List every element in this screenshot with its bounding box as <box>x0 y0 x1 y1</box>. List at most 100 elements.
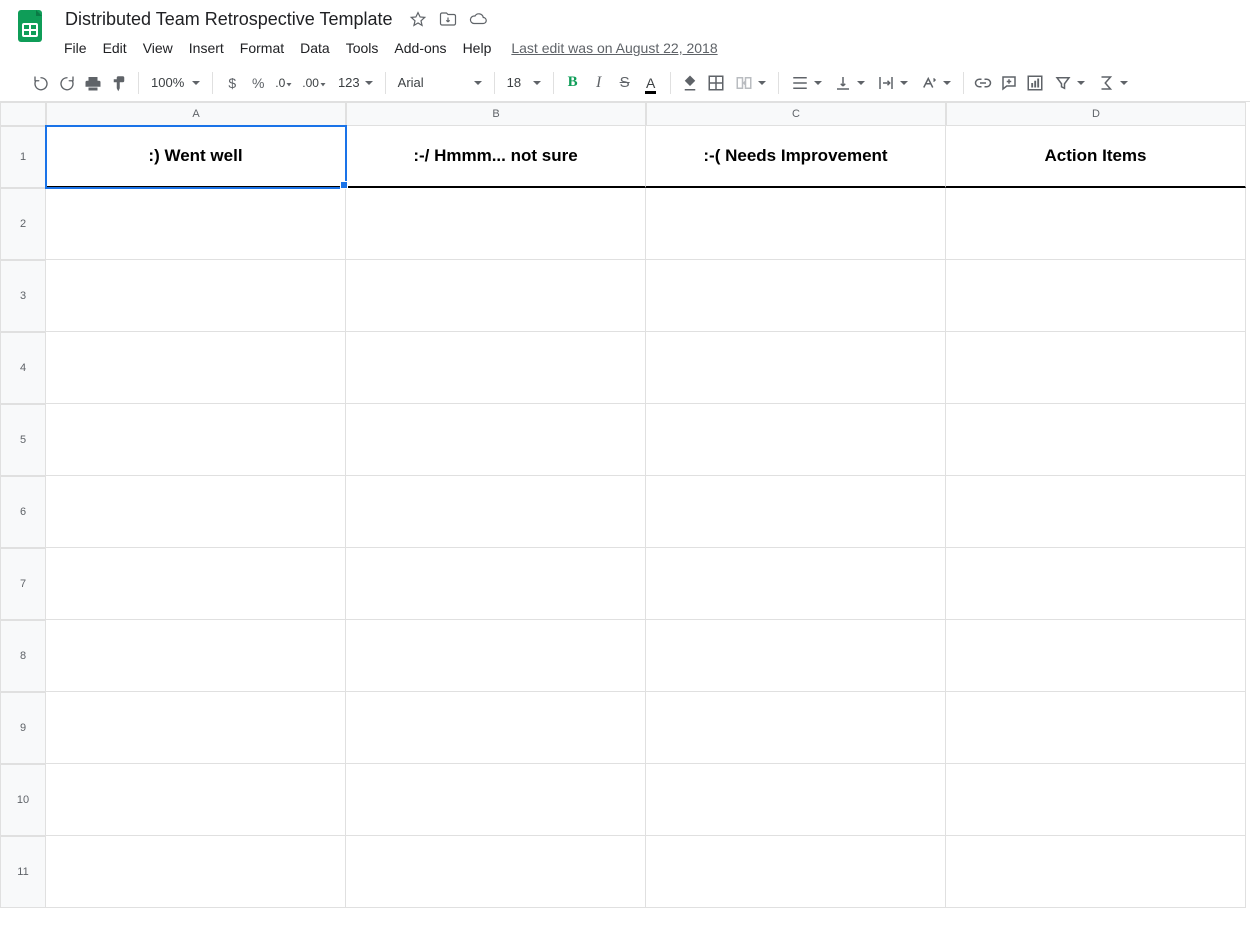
increase-decimal-icon[interactable]: .00 <box>298 70 332 96</box>
cell-D10[interactable] <box>946 764 1246 836</box>
font-size-select[interactable]: 18 <box>501 70 547 96</box>
font-family-select[interactable]: Arial <box>392 71 488 95</box>
row-header-7[interactable]: 7 <box>0 548 46 620</box>
strikethrough-button[interactable]: S <box>612 70 638 96</box>
row-header-11[interactable]: 11 <box>0 836 46 908</box>
cell-D3[interactable] <box>946 260 1246 332</box>
cell-D11[interactable] <box>946 836 1246 908</box>
cell-B1[interactable]: :-/ Hmmm... not sure <box>346 126 646 188</box>
cell-D5[interactable] <box>946 404 1246 476</box>
row-header-1[interactable]: 1 <box>0 126 46 188</box>
cell-C10[interactable] <box>646 764 946 836</box>
cell-B2[interactable] <box>346 188 646 260</box>
horizontal-align-icon[interactable] <box>785 70 828 96</box>
spreadsheet-grid[interactable]: A B C D 1 :) Went well :-/ Hmmm... not s… <box>0 102 1250 908</box>
cell-D9[interactable] <box>946 692 1246 764</box>
cell-A1[interactable]: :) Went well <box>46 126 346 188</box>
cell-A8[interactable] <box>46 620 346 692</box>
functions-icon[interactable] <box>1091 70 1134 96</box>
menu-data[interactable]: Data <box>292 36 338 60</box>
number-format-select[interactable]: 123 <box>332 70 379 96</box>
cell-A4[interactable] <box>46 332 346 404</box>
row-header-5[interactable]: 5 <box>0 404 46 476</box>
row-header-9[interactable]: 9 <box>0 692 46 764</box>
cell-D1[interactable]: Action Items <box>946 126 1246 188</box>
cell-B4[interactable] <box>346 332 646 404</box>
cell-C5[interactable] <box>646 404 946 476</box>
menu-addons[interactable]: Add-ons <box>386 36 454 60</box>
row-header-10[interactable]: 10 <box>0 764 46 836</box>
last-edit-link[interactable]: Last edit was on August 22, 2018 <box>511 40 717 56</box>
cell-A5[interactable] <box>46 404 346 476</box>
menu-help[interactable]: Help <box>455 36 500 60</box>
cell-B5[interactable] <box>346 404 646 476</box>
menu-format[interactable]: Format <box>232 36 292 60</box>
cell-D4[interactable] <box>946 332 1246 404</box>
cell-D8[interactable] <box>946 620 1246 692</box>
cell-C8[interactable] <box>646 620 946 692</box>
cell-A2[interactable] <box>46 188 346 260</box>
menu-insert[interactable]: Insert <box>181 36 232 60</box>
select-all-corner[interactable] <box>0 102 46 126</box>
text-wrap-icon[interactable] <box>871 70 914 96</box>
merge-cells-icon[interactable] <box>729 70 772 96</box>
text-rotation-icon[interactable] <box>914 70 957 96</box>
redo-icon[interactable] <box>54 70 80 96</box>
cell-A3[interactable] <box>46 260 346 332</box>
cell-B11[interactable] <box>346 836 646 908</box>
zoom-select[interactable]: 100% <box>145 71 206 95</box>
cell-B7[interactable] <box>346 548 646 620</box>
row-header-6[interactable]: 6 <box>0 476 46 548</box>
move-to-folder-icon[interactable] <box>438 9 458 29</box>
row-header-2[interactable]: 2 <box>0 188 46 260</box>
menu-edit[interactable]: Edit <box>95 36 135 60</box>
cell-C11[interactable] <box>646 836 946 908</box>
cell-D7[interactable] <box>946 548 1246 620</box>
cell-C7[interactable] <box>646 548 946 620</box>
cell-C2[interactable] <box>646 188 946 260</box>
cell-A11[interactable] <box>46 836 346 908</box>
cell-A7[interactable] <box>46 548 346 620</box>
insert-chart-icon[interactable] <box>1022 70 1048 96</box>
row-header-4[interactable]: 4 <box>0 332 46 404</box>
column-header-A[interactable]: A <box>46 102 346 126</box>
row-header-8[interactable]: 8 <box>0 620 46 692</box>
insert-link-icon[interactable] <box>970 70 996 96</box>
cloud-status-icon[interactable] <box>468 9 488 29</box>
cell-A6[interactable] <box>46 476 346 548</box>
column-header-B[interactable]: B <box>346 102 646 126</box>
app-logo-icon[interactable] <box>10 6 50 46</box>
document-title[interactable]: Distributed Team Retrospective Template <box>60 5 398 33</box>
format-as-percent[interactable]: % <box>245 70 271 96</box>
column-header-C[interactable]: C <box>646 102 946 126</box>
cell-C4[interactable] <box>646 332 946 404</box>
undo-icon[interactable] <box>28 70 54 96</box>
menu-file[interactable]: File <box>60 36 95 60</box>
cell-B8[interactable] <box>346 620 646 692</box>
decrease-decimal-icon[interactable]: .0 <box>271 70 298 96</box>
cell-B3[interactable] <box>346 260 646 332</box>
star-icon[interactable] <box>408 9 428 29</box>
cell-C3[interactable] <box>646 260 946 332</box>
menu-view[interactable]: View <box>135 36 181 60</box>
italic-button[interactable]: I <box>586 70 612 96</box>
row-header-3[interactable]: 3 <box>0 260 46 332</box>
cell-B10[interactable] <box>346 764 646 836</box>
fill-color-icon[interactable] <box>677 70 703 96</box>
cell-C9[interactable] <box>646 692 946 764</box>
cell-A9[interactable] <box>46 692 346 764</box>
insert-comment-icon[interactable] <box>996 70 1022 96</box>
paint-format-icon[interactable] <box>106 70 132 96</box>
bold-button[interactable]: B <box>560 70 586 96</box>
vertical-align-icon[interactable] <box>828 70 871 96</box>
cell-A10[interactable] <box>46 764 346 836</box>
format-as-currency[interactable]: $ <box>219 70 245 96</box>
cell-D6[interactable] <box>946 476 1246 548</box>
column-header-D[interactable]: D <box>946 102 1246 126</box>
text-color-button[interactable]: A <box>638 70 664 96</box>
cell-D2[interactable] <box>946 188 1246 260</box>
borders-icon[interactable] <box>703 70 729 96</box>
cell-B9[interactable] <box>346 692 646 764</box>
cell-B6[interactable] <box>346 476 646 548</box>
menu-tools[interactable]: Tools <box>338 36 387 60</box>
